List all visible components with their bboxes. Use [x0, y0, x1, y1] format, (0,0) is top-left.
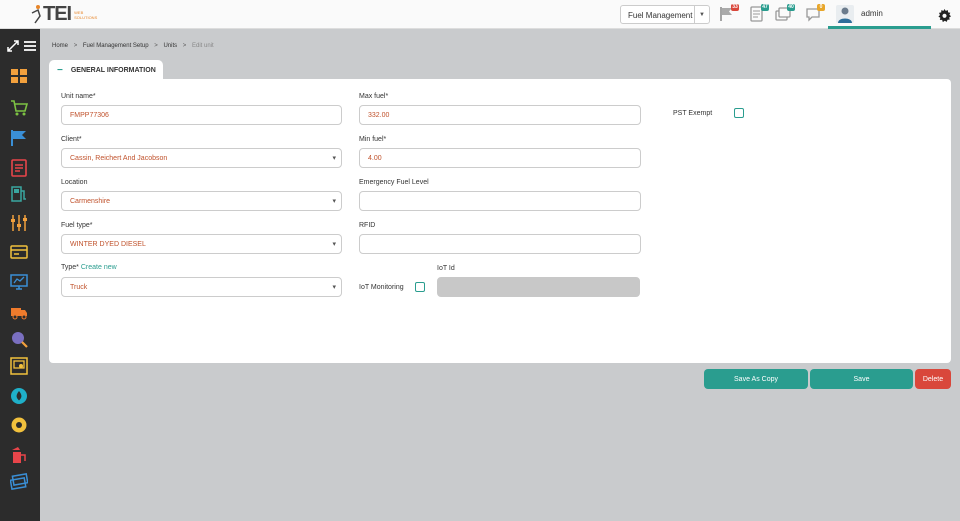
client-select[interactable]: Cassin, Reichert And Jacobson [61, 148, 342, 168]
collapse-icon[interactable]: − [57, 65, 63, 76]
logo-figure-icon [31, 5, 41, 24]
fuel-station-icon[interactable] [10, 185, 28, 203]
cards-badge: 40 [787, 4, 795, 11]
avatar [836, 5, 854, 23]
screen-icon[interactable] [10, 357, 28, 375]
delete-button[interactable]: Delete [915, 369, 951, 389]
max-fuel-input[interactable]: 332.00 [359, 105, 641, 125]
tab-general-information[interactable]: − GENERAL INFORMATION [49, 60, 163, 80]
settings-cog-icon[interactable] [10, 416, 28, 434]
breadcrumb: Home > Fuel Management Setup > Units > E… [52, 43, 214, 49]
sliders-icon[interactable] [10, 214, 28, 232]
cards-stack-icon[interactable] [9, 472, 29, 491]
fuel-type-select[interactable]: WINTER DYED DIESEL [61, 234, 342, 254]
min-fuel-input[interactable]: 4.00 [359, 148, 641, 168]
iot-monitoring-checkbox[interactable] [415, 282, 425, 292]
user-name: admin [861, 9, 883, 18]
breadcrumb-current: Edit unit [191, 43, 214, 49]
type-label: Type* Create new [61, 264, 117, 271]
breadcrumb-fuel-management-setup[interactable]: Fuel Management Setup [83, 43, 149, 49]
emergency-fuel-input[interactable] [359, 191, 641, 211]
search-globe-icon[interactable] [10, 330, 28, 348]
iot-id-label: IoT Id [437, 265, 455, 272]
menu-icon[interactable] [24, 41, 36, 51]
top-bar: TEI WEB SOLUTIONS Fuel Management ▼ 33 4… [0, 0, 960, 29]
monitor-chart-icon[interactable] [10, 273, 28, 291]
chat-icon[interactable]: 0 [805, 4, 825, 22]
save-as-copy-button[interactable]: Save As Copy [704, 369, 808, 389]
pst-exempt-label: PST Exempt [673, 110, 713, 117]
iot-id-input [437, 277, 640, 297]
document-badge: 47 [761, 4, 769, 11]
payment-icon[interactable] [10, 243, 28, 261]
unit-name-input[interactable]: FMPP77306 [61, 105, 342, 125]
min-fuel-label: Min fuel* [359, 136, 387, 143]
flag-icon[interactable]: 33 [719, 4, 739, 22]
gear-icon[interactable] [937, 8, 952, 23]
unit-name-label: Unit name* [61, 93, 96, 100]
user-menu[interactable]: admin [828, 0, 931, 29]
breadcrumb-units[interactable]: Units [163, 43, 177, 49]
report-icon[interactable] [10, 159, 28, 177]
truck-icon[interactable] [10, 303, 28, 321]
breadcrumb-home[interactable]: Home [52, 43, 68, 49]
emergency-fuel-label: Emergency Fuel Level [359, 179, 429, 186]
iot-monitoring-label: IoT Monitoring [359, 284, 404, 291]
pump-icon[interactable] [10, 446, 28, 464]
max-fuel-label: Max fuel* [359, 93, 389, 100]
chat-badge: 0 [817, 4, 825, 11]
flag-icon[interactable] [10, 129, 28, 147]
type-select[interactable]: Truck [61, 277, 342, 297]
droplet-icon[interactable] [10, 387, 28, 405]
sidebar-toggle[interactable] [0, 29, 40, 57]
tab-label: GENERAL INFORMATION [70, 66, 156, 74]
location-label: Location [61, 179, 88, 186]
logo-subtitle: WEB SOLUTIONS [74, 10, 98, 20]
location-select[interactable]: Carmenshire [61, 191, 342, 211]
module-select[interactable]: Fuel Management ▼ [620, 5, 710, 24]
rfid-label: RFID [359, 222, 376, 229]
module-select-value: Fuel Management [628, 11, 693, 20]
document-icon[interactable]: 47 [749, 4, 769, 22]
fuel-type-label: Fuel type* [61, 222, 93, 229]
cart-icon[interactable] [10, 99, 29, 117]
chevron-down-icon: ▼ [694, 6, 709, 23]
client-label: Client* [61, 136, 82, 143]
create-new-link[interactable]: Create new [81, 264, 117, 271]
app-logo[interactable]: TEI WEB SOLUTIONS [30, 2, 97, 24]
save-button[interactable]: Save [810, 369, 913, 389]
rfid-input[interactable] [359, 234, 641, 254]
expand-icon[interactable] [7, 40, 19, 52]
flag-badge: 33 [731, 4, 739, 11]
logo-text: TEI [43, 3, 72, 25]
cards-icon[interactable]: 40 [775, 4, 795, 22]
dashboard-icon[interactable] [10, 67, 28, 85]
pst-exempt-checkbox[interactable] [734, 108, 744, 118]
